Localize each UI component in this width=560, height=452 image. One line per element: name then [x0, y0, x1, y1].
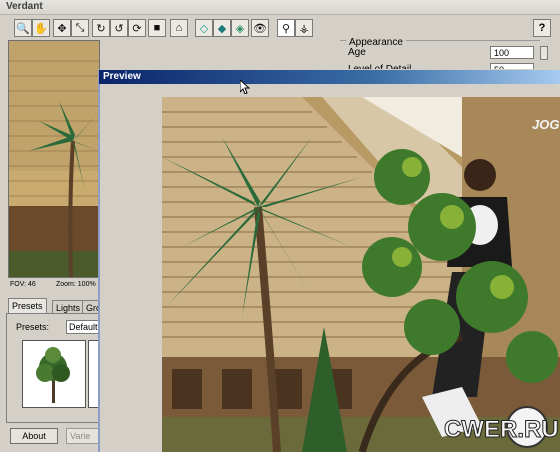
single-tree-icon: ⚲: [281, 22, 291, 35]
stop-icon: ■: [153, 22, 161, 34]
textured-button[interactable]: ◈: [231, 19, 249, 37]
about-button[interactable]: About: [10, 428, 58, 444]
rotate-ccw-icon: ↺: [114, 22, 124, 35]
preview-render: JOG CWER.RU: [162, 97, 560, 452]
tab-lights[interactable]: Lights: [52, 300, 85, 314]
mouse-cursor-icon: [240, 80, 250, 94]
move-button[interactable]: ✥: [53, 19, 71, 37]
textured-icon: ◈: [235, 22, 245, 35]
presets-dropdown[interactable]: Default: [66, 320, 100, 334]
zoom-button[interactable]: 🔍: [14, 19, 32, 37]
solid-button[interactable]: ◆: [213, 19, 231, 37]
watermark-text: CWER.RU: [444, 416, 559, 443]
scene-sign-text: JOG: [532, 117, 559, 132]
move-icon: ✥: [57, 22, 67, 35]
preset-tree-image: [36, 347, 70, 403]
scale-icon: ⤡: [75, 21, 85, 34]
home-icon: ⌂: [175, 22, 183, 34]
preview-scene: JOG CWER.RU: [162, 97, 560, 452]
preview-title: Preview: [103, 71, 141, 82]
viewport-scene: [9, 41, 99, 277]
presets-label: Presets:: [16, 322, 50, 332]
forest-icon: ⚶: [299, 22, 309, 35]
fov-readout: FOV: 46: [10, 281, 36, 288]
refresh-icon: ⟳: [132, 22, 142, 35]
wireframe-icon: ◇: [199, 22, 209, 35]
zoom-readout: Zoom: 100%: [56, 281, 96, 288]
stop-button[interactable]: ■: [148, 19, 166, 37]
age-spinner[interactable]: [540, 46, 548, 60]
zoom-icon: 🔍: [16, 22, 30, 35]
preview-eye-icon: 👁: [253, 22, 267, 35]
preview-titlebar[interactable]: Preview: [99, 70, 560, 84]
single-tree-button[interactable]: ⚲: [277, 19, 295, 37]
help-button[interactable]: ?: [533, 19, 551, 37]
solid-icon: ◆: [217, 22, 227, 35]
refresh-button[interactable]: ⟳: [128, 19, 146, 37]
rotate-cw-button[interactable]: ↻: [92, 19, 110, 37]
main-window-titlebar: Verdant: [0, 0, 560, 15]
tab-presets[interactable]: Presets: [8, 298, 47, 314]
hand-button[interactable]: ✋: [32, 19, 50, 37]
rotate-cw-icon: ↻: [96, 22, 106, 35]
forest-button[interactable]: ⚶: [295, 19, 313, 37]
main-window-title: Verdant: [6, 1, 43, 12]
age-label: Age: [348, 47, 366, 58]
age-input[interactable]: 100: [490, 46, 534, 59]
scale-button[interactable]: ⤡: [71, 19, 89, 37]
variety-button[interactable]: Varie: [66, 428, 100, 444]
preset-thumbnail[interactable]: [22, 340, 86, 408]
preview-button[interactable]: 👁: [251, 19, 269, 37]
home-button[interactable]: ⌂: [170, 19, 188, 37]
hand-icon: ✋: [34, 22, 48, 35]
tree-viewport[interactable]: [8, 40, 100, 278]
rotate-ccw-button[interactable]: ↺: [110, 19, 128, 37]
wireframe-button[interactable]: ◇: [195, 19, 213, 37]
